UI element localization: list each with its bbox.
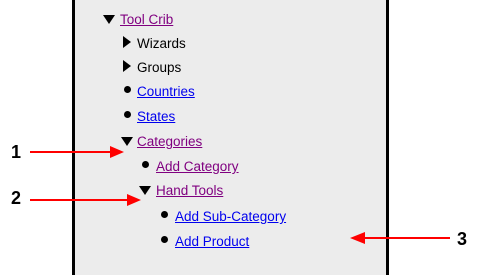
expanded-triangle-icon[interactable] xyxy=(121,137,133,146)
bullet-icon xyxy=(124,111,131,118)
bullet-icon xyxy=(161,211,168,218)
navigation-tree-panel: Tool Crib Wizards Groups Countries State… xyxy=(72,0,389,275)
tree-item-countries[interactable]: Countries xyxy=(137,84,195,100)
callout-number-1: 1 xyxy=(11,142,22,162)
bullet-icon xyxy=(124,86,131,93)
collapsed-triangle-icon[interactable] xyxy=(123,60,131,72)
collapsed-triangle-icon[interactable] xyxy=(123,36,131,48)
bullet-icon xyxy=(142,161,149,168)
expanded-triangle-icon[interactable] xyxy=(139,186,151,195)
tree-item-add-category[interactable]: Add Category xyxy=(156,159,239,175)
bullet-icon xyxy=(161,236,168,243)
expanded-triangle-icon[interactable] xyxy=(103,15,115,24)
callout-number-3: 3 xyxy=(457,229,468,249)
tree-item-categories[interactable]: Categories xyxy=(137,134,202,150)
tree-item-add-product[interactable]: Add Product xyxy=(175,234,249,250)
tree-item-hand-tools[interactable]: Hand Tools xyxy=(156,183,223,199)
tree-item-tool-crib[interactable]: Tool Crib xyxy=(120,12,173,28)
tree-item-add-sub-category[interactable]: Add Sub-Category xyxy=(175,209,286,225)
callout-number-2: 2 xyxy=(11,188,22,208)
tree-item-groups[interactable]: Groups xyxy=(137,60,181,76)
tree-item-states[interactable]: States xyxy=(137,109,175,125)
tree-item-wizards[interactable]: Wizards xyxy=(137,36,186,52)
